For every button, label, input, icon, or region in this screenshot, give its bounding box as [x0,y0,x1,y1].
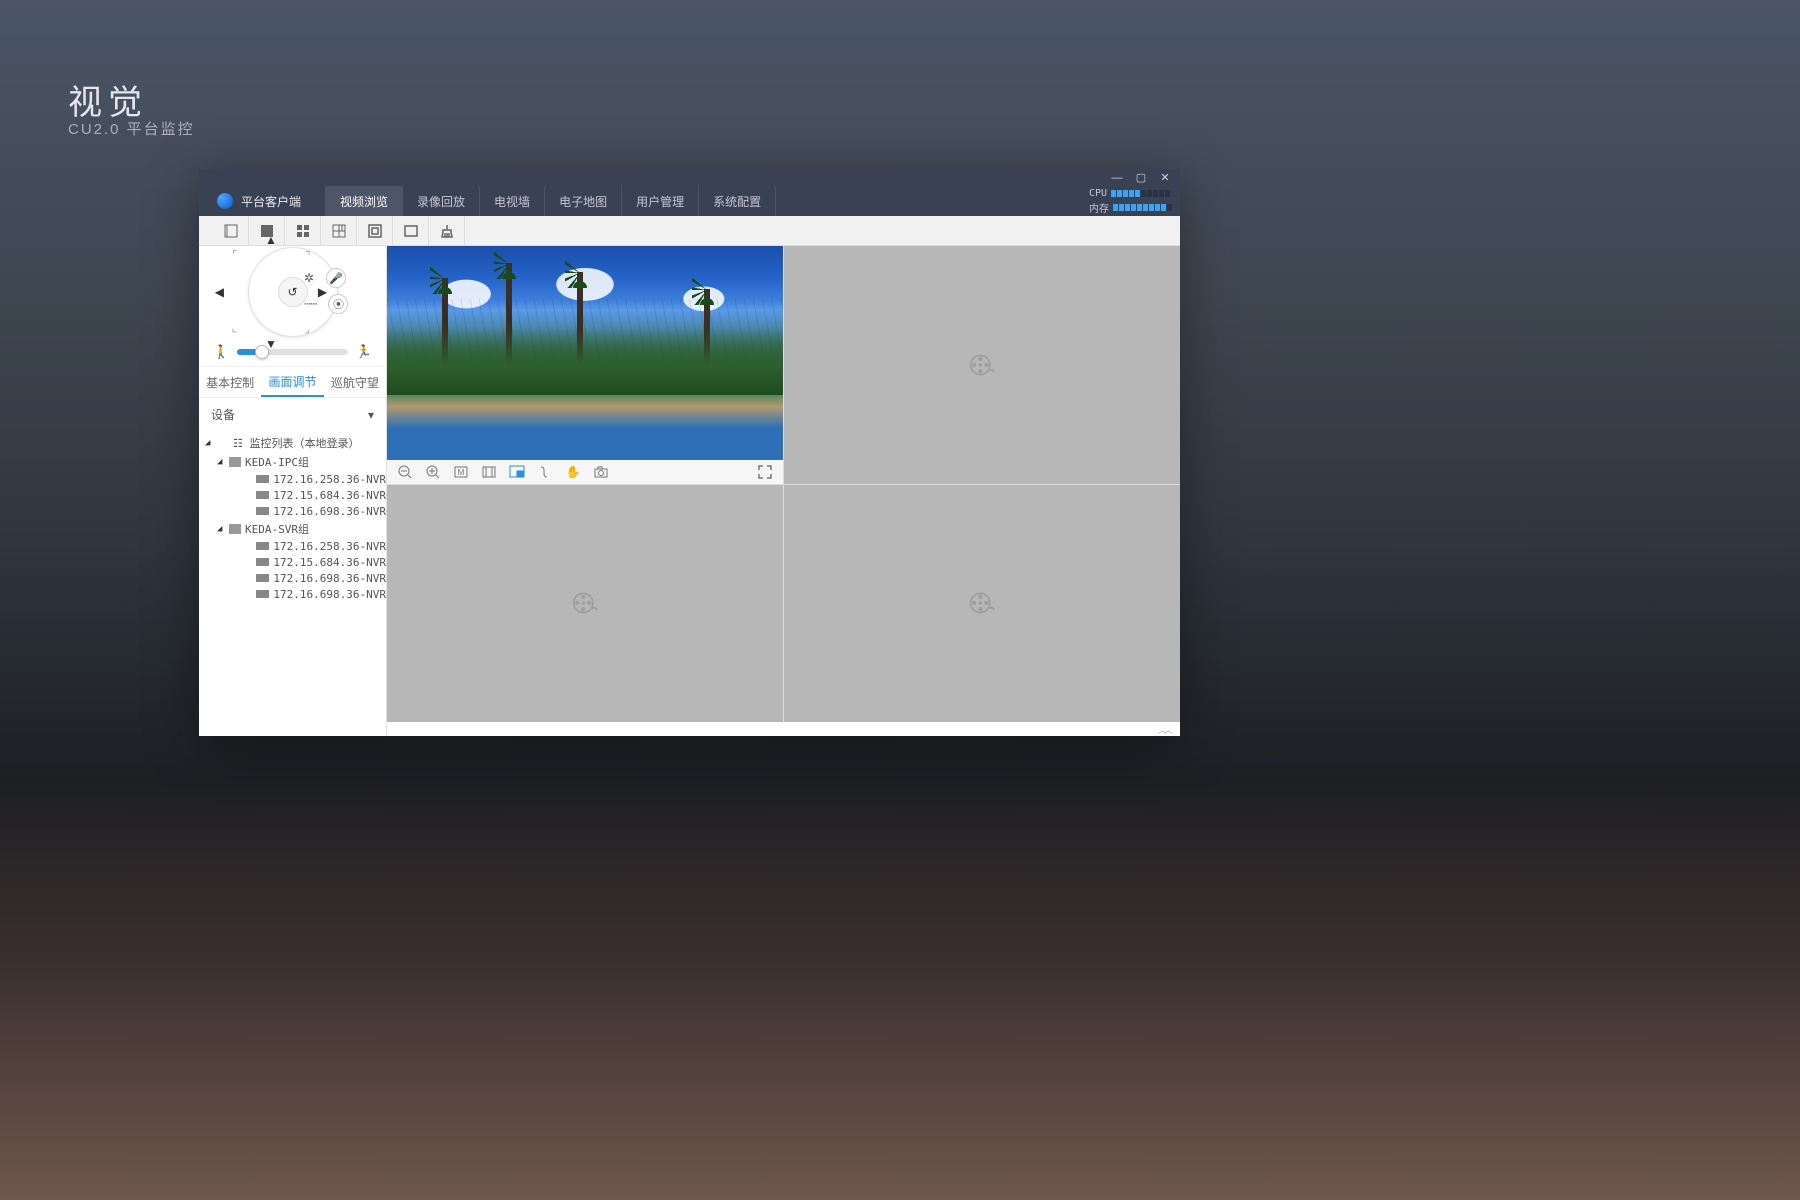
tree-item-1-3[interactable]: 172.16.698.36-NVR [205,586,386,602]
ptz-down-button[interactable]: ▼ [256,322,286,366]
viewer: M ✋ [387,246,1180,736]
tree-item-0-2[interactable]: 172.16.698.36-NVR [205,503,386,519]
ptz-up-button[interactable]: ▲ [256,218,286,262]
subtab-0[interactable]: 基本控制 [199,367,261,397]
tree-item-1-1[interactable]: 172.15.684.36-NVR [205,554,386,570]
layout-six-button[interactable] [321,216,357,246]
subtab-1[interactable]: 画面调节 [261,367,323,397]
system-monitor: CPU 内存 [1089,186,1172,216]
nav-tab-1[interactable]: 录像回放 [402,186,479,216]
film-reel-icon [571,589,599,617]
walk-fast-icon: 🏃 [356,344,372,360]
tree-item-0-1[interactable]: 172.15.684.36-NVR [205,487,386,503]
hand-icon[interactable]: ✋ [565,464,581,480]
device-section-header[interactable]: 设备 ▾ [199,398,386,431]
zoom-wide-icon[interactable]: ┄┄ [304,297,316,311]
subtab-2[interactable]: 巡航守望 [324,367,386,397]
tree-item-0-0[interactable]: 172.16.258.36-NVR [205,471,386,487]
toolbar [199,216,1180,246]
brand: 平台客户端 [199,193,319,210]
tree-item-1-2[interactable]: 172.16.698.36-NVR [205,570,386,586]
fullscreen-button[interactable] [357,216,393,246]
maximize-button[interactable]: ▢ [1134,171,1148,185]
cleanup-button[interactable] [429,216,465,246]
nav-tab-4[interactable]: 用户管理 [621,186,698,216]
mic-button[interactable]: 🎤 [326,268,346,288]
brand-label: 平台客户端 [241,193,301,210]
app-window: — ▢ ✕ 平台客户端 视频浏览录像回放电视墙电子地图用户管理系统配置 CPU … [199,169,1180,736]
nav-tab-3[interactable]: 电子地图 [544,186,621,216]
expand-icon[interactable] [757,464,773,480]
nav-tab-5[interactable]: 系统配置 [698,186,776,216]
nav-bar: 平台客户端 视频浏览录像回放电视墙电子地图用户管理系统配置 CPU 内存 [199,186,1180,216]
minimize-button[interactable]: — [1110,171,1124,185]
ptz-panel: ▲ ⌝ ▶ ⌟ ▼ ⌞ ◀ ⌜ ↺ ✲🎤 ┄┄⦿ [199,246,386,338]
locate-button[interactable]: ⦿ [328,294,348,314]
nav-tab-0[interactable]: 视频浏览 [325,186,402,216]
zoom-out-icon[interactable] [397,464,413,480]
chevron-down-icon: ▾ [368,408,374,422]
tree-group-1[interactable]: ◢KEDA-SVR组 [205,519,386,538]
record-icon[interactable] [481,464,497,480]
ptz-left-button[interactable]: ◀ [197,277,241,307]
video-cell-4[interactable] [784,485,1180,723]
svg-text:M: M [458,468,465,477]
collapse-icon[interactable]: ︿︿ [1158,723,1170,736]
ptz-reset-button[interactable]: ↺ [278,277,308,307]
tree-item-1-0[interactable]: 172.16.258.36-NVR [205,538,386,554]
video-cell-3[interactable] [387,485,783,723]
globe-icon [217,193,233,209]
video-feed [387,246,783,460]
cell-toolbar: M ✋ [387,460,783,484]
zoom-in-icon[interactable] [425,464,441,480]
film-reel-icon [968,589,996,617]
video-cell-1[interactable]: M ✋ [387,246,783,484]
cpu-label: CPU [1089,188,1107,199]
page-title: 视觉 [68,75,148,124]
main-stream-icon[interactable]: M [453,464,469,480]
sidebar: ▲ ⌝ ▶ ⌟ ▼ ⌞ ◀ ⌜ ↺ ✲🎤 ┄┄⦿ 🚶 🏃 [199,246,387,736]
device-tree: ◢☷ 监控列表（本地登录）◢KEDA-IPC组172.16.258.36-NVR… [199,431,386,736]
zoom-tree-icon[interactable]: ✲ [304,271,314,285]
snapshot-icon[interactable] [593,464,609,480]
video-cell-2[interactable] [784,246,1180,484]
film-reel-icon [968,351,996,379]
nav-tab-2[interactable]: 电视墙 [479,186,544,216]
tree-group-0[interactable]: ◢KEDA-IPC组 [205,452,386,471]
mem-label: 内存 [1089,200,1109,215]
status-bar: ︿︿ [387,722,1180,736]
device-section-label: 设备 [211,406,235,423]
page-subtitle: CU2.0 平台监控 [68,118,195,139]
close-button[interactable]: ✕ [1158,171,1172,185]
pip-icon[interactable] [509,464,525,480]
talk-icon[interactable] [537,464,553,480]
window-mode-button[interactable] [393,216,429,246]
window-controls: — ▢ ✕ [199,169,1180,186]
tree-root[interactable]: ◢☷ 监控列表（本地登录） [205,433,386,452]
